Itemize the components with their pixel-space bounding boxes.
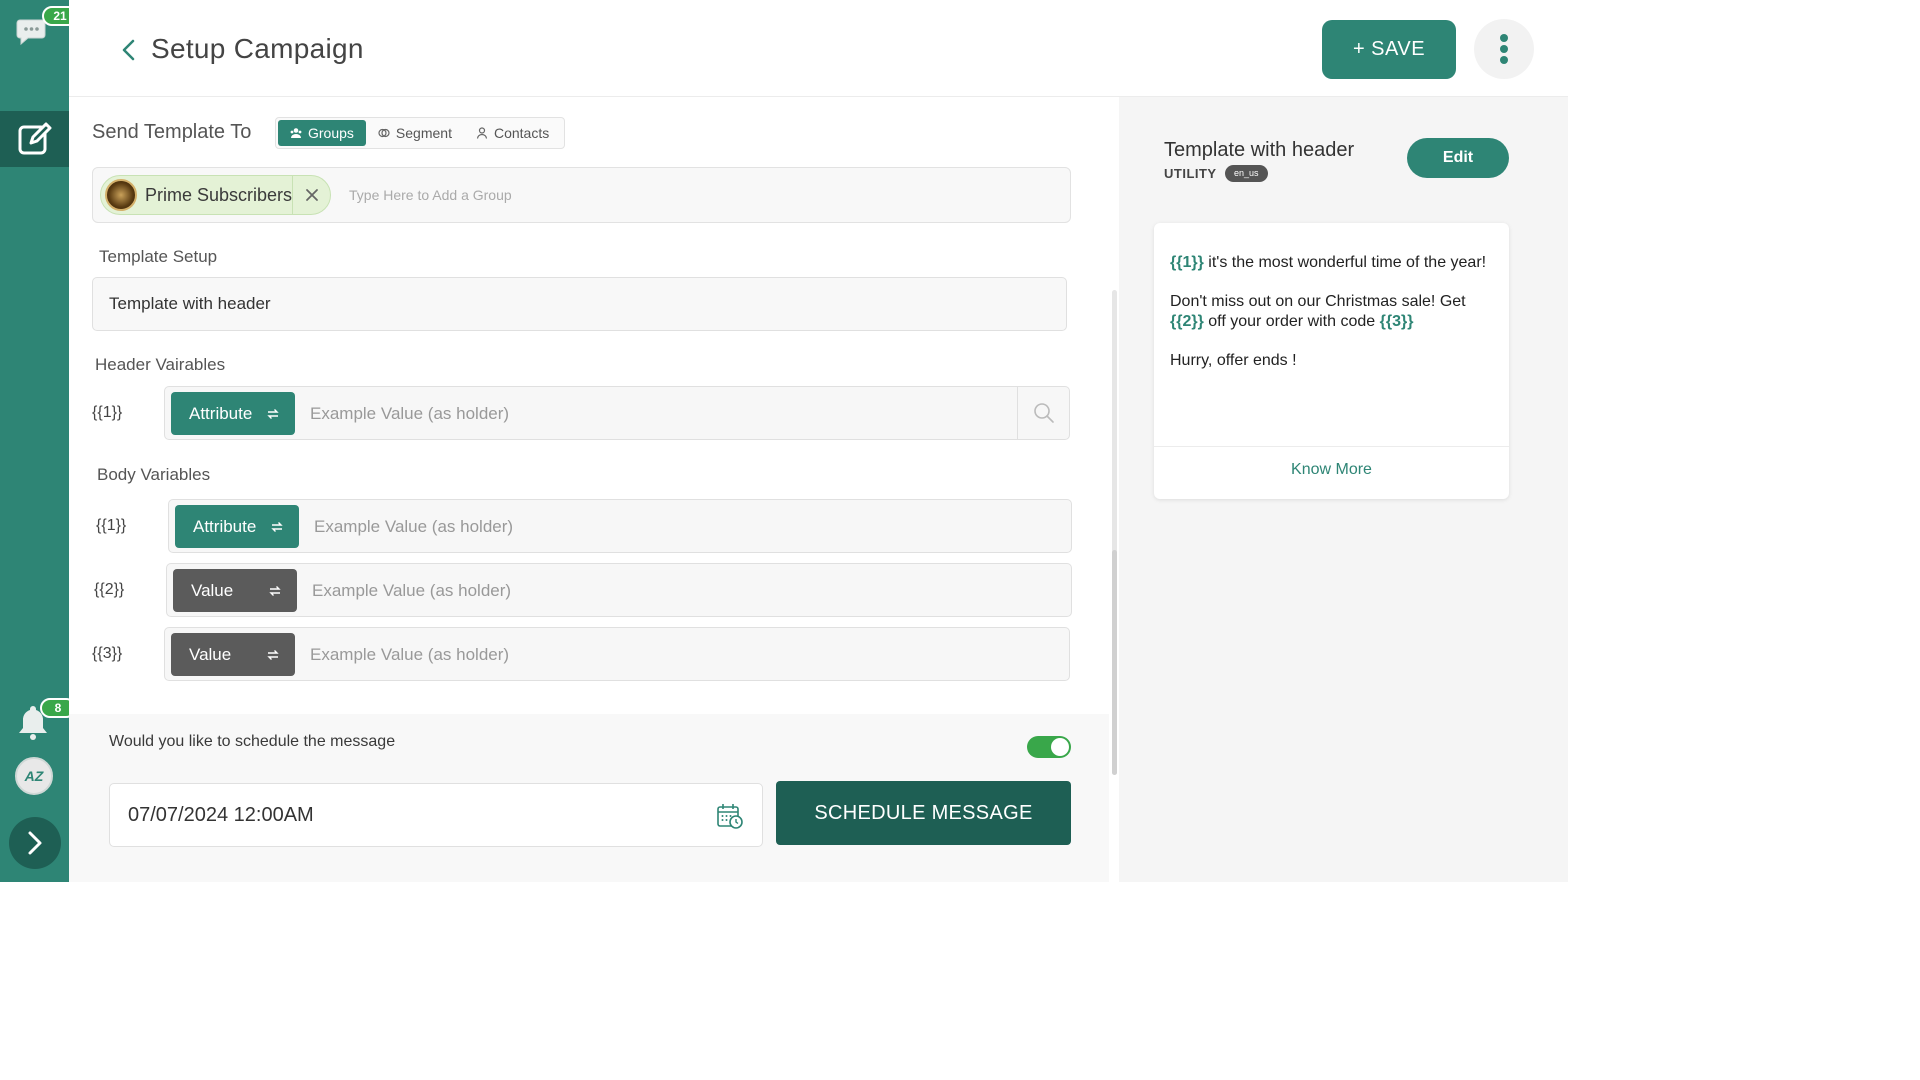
body-variable-row: Value Example Value (as holder) (164, 627, 1070, 681)
more-options-button[interactable] (1474, 19, 1534, 79)
sidebar: 21 8 AZ (0, 0, 78, 882)
group-search-placeholder[interactable]: Type Here to Add a Group (349, 187, 512, 203)
swap-icon (269, 585, 281, 596)
close-icon (305, 189, 318, 201)
chevron-right-icon (28, 831, 42, 855)
back-button[interactable] (119, 37, 139, 63)
preview-text: off your order with code (1203, 313, 1380, 330)
header-var-type-label: Attribute (189, 403, 253, 423)
body-var-token-2: {{2}} (94, 581, 125, 598)
message-preview-card: {{1}} it's the most wonderful time of th… (1154, 223, 1509, 499)
tab-segment[interactable]: Segment (366, 120, 464, 146)
group-selector[interactable]: Prime Subscribers Type Here to Add a Gro… (92, 167, 1071, 223)
template-setup-label: Template Setup (99, 247, 218, 266)
know-more-link[interactable]: Know More (1154, 461, 1509, 479)
template-select[interactable]: Template with header (92, 277, 1067, 331)
notifications-bell[interactable]: 8 (16, 698, 76, 742)
body-var-3-type-label: Value (189, 644, 232, 664)
calendar-clock-icon[interactable] (716, 802, 744, 830)
kebab-menu-icon (1500, 34, 1508, 64)
expand-sidebar-button[interactable] (9, 817, 61, 869)
body-var-3-type-toggle[interactable]: Value (171, 633, 295, 676)
preview-text: Don't miss out on our Christmas sale! Ge… (1170, 293, 1466, 310)
body-variable-row: Attribute Example Value (as holder) (168, 499, 1072, 553)
scrollbar-track[interactable] (1112, 290, 1117, 775)
header-var-token: {{1}} (92, 404, 123, 421)
body-var-2-type-label: Value (191, 580, 234, 600)
language-badge: en_us (1225, 165, 1268, 182)
schedule-toggle[interactable] (1027, 736, 1071, 758)
divider (1154, 446, 1509, 447)
edit-icon (18, 122, 51, 155)
header-var-input[interactable]: Example Value (as holder) (310, 404, 509, 424)
preview-text: Hurry, offer ends ! (1170, 352, 1297, 369)
top-bar: Setup Campaign + SAVE (69, 0, 1568, 97)
chat-icon[interactable]: 21 (14, 6, 78, 46)
campaign-edit-nav[interactable] (0, 111, 69, 167)
body-var-1-type-label: Attribute (193, 516, 257, 536)
message-preview-body: {{1}} it's the most wonderful time of th… (1170, 253, 1495, 390)
recipient-type-switch: Groups Segment Contacts (275, 117, 565, 149)
template-preview-panel: Template with header UTILITY en_us Edit … (1119, 97, 1568, 882)
group-avatar (105, 179, 137, 211)
header-variable-row: Attribute Example Value (as holder) (164, 386, 1070, 440)
chevron-left-icon (122, 39, 135, 61)
body-var-1-input[interactable]: Example Value (as holder) (314, 517, 513, 537)
body-var-3-input[interactable]: Example Value (as holder) (310, 645, 509, 665)
body-variable-row: Value Example Value (as holder) (166, 563, 1072, 617)
tab-groups[interactable]: Groups (278, 120, 366, 146)
contact-icon (476, 127, 488, 139)
body-var-token-1: {{1}} (96, 517, 127, 534)
schedule-datetime-input[interactable]: 07/07/2024 12:00AM (109, 783, 763, 847)
segment-icon (378, 128, 390, 138)
remove-group-button[interactable] (292, 176, 330, 214)
body-var-2-type-toggle[interactable]: Value (173, 569, 297, 612)
tab-groups-label: Groups (308, 125, 354, 141)
body-var-1-type-toggle[interactable]: Attribute (175, 505, 299, 548)
preview-token: {{2}} (1170, 313, 1204, 330)
groups-icon (290, 128, 302, 138)
tab-contacts-label: Contacts (493, 125, 550, 141)
schedule-question: Would you like to schedule the message (109, 733, 396, 750)
schedule-message-button[interactable]: SCHEDULE MESSAGE (776, 781, 1071, 845)
body-variables-label: Body Variables (97, 465, 211, 484)
swap-icon (267, 649, 279, 660)
scrollbar-thumb[interactable] (1112, 550, 1117, 775)
tab-segment-label: Segment (395, 125, 452, 141)
swap-icon (267, 408, 279, 419)
tab-contacts[interactable]: Contacts (464, 120, 561, 146)
preview-text: it's the most wonderful time of the year… (1203, 254, 1487, 271)
schedule-datetime-value: 07/07/2024 12:00AM (128, 803, 314, 826)
send-template-label: Send Template To (92, 121, 252, 143)
header-var-search-button[interactable] (1017, 387, 1069, 439)
page-title: Setup Campaign (151, 33, 364, 64)
user-avatar[interactable]: AZ (15, 757, 53, 795)
selected-group-chip: Prime Subscribers (100, 175, 331, 215)
preview-template-title: Template with header (1164, 139, 1355, 161)
preview-token: {{1}} (1170, 254, 1204, 271)
save-button[interactable]: + SAVE (1322, 20, 1456, 79)
selected-group-label: Prime Subscribers (145, 184, 293, 205)
header-variables-label: Header Vairables (95, 355, 226, 374)
preview-token: {{3}} (1379, 313, 1414, 330)
search-icon (1033, 403, 1054, 423)
body-var-token-3: {{3}} (92, 645, 123, 662)
swap-icon (271, 521, 283, 532)
toggle-knob (1051, 738, 1069, 756)
template-category: UTILITY (1164, 166, 1217, 181)
edit-template-button[interactable]: Edit (1407, 138, 1509, 178)
schedule-section: Would you like to schedule the message 0… (69, 714, 1109, 882)
campaign-form: Send Template To Groups Segment Contacts… (69, 97, 1119, 882)
header-var-type-toggle[interactable]: Attribute (171, 392, 295, 435)
body-var-2-input[interactable]: Example Value (as holder) (312, 581, 511, 601)
